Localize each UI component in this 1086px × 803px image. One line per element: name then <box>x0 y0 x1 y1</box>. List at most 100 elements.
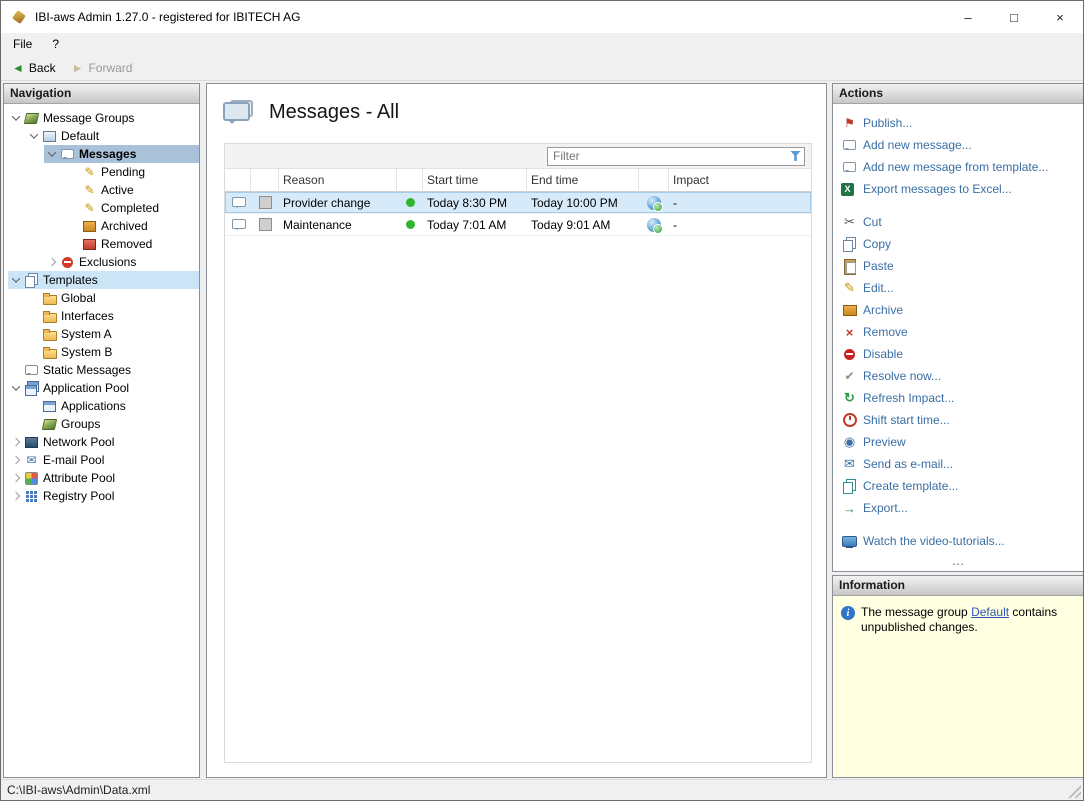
close-button[interactable]: × <box>1037 1 1083 33</box>
refresh-icon: ↻ <box>841 390 858 406</box>
column-header-start-time[interactable]: Start time <box>423 169 527 192</box>
action-refresh-impact[interactable]: ↻ Refresh Impact... <box>841 387 1083 409</box>
tree-item-application-pool[interactable]: Application Pool <box>8 379 199 397</box>
more-actions-ellipsis[interactable]: … <box>833 557 1083 571</box>
info-text-before: The message group <box>861 605 971 619</box>
default-group-link[interactable]: Default <box>971 605 1009 619</box>
action-send-as-email[interactable]: ✉ Send as e-mail... <box>841 453 1083 475</box>
action-preview[interactable]: ◉ Preview <box>841 431 1083 453</box>
tree-item-groups[interactable]: Groups <box>26 415 199 433</box>
message-row[interactable]: Maintenance Today 7:01 AM Today 9:01 AM … <box>225 214 811 236</box>
tree-item-attribute-pool[interactable]: Attribute Pool <box>8 469 199 487</box>
chevron-right-icon[interactable] <box>8 457 24 463</box>
action-label: Export messages to Excel... <box>863 182 1012 196</box>
chevron-right-icon[interactable] <box>8 475 24 481</box>
tree-item-pending[interactable]: ✎ Pending <box>66 163 199 181</box>
chevron-down-icon[interactable] <box>8 277 24 283</box>
filter-field <box>547 147 805 166</box>
action-remove[interactable]: × Remove <box>841 321 1083 343</box>
action-paste[interactable]: Paste <box>841 255 1083 277</box>
tree-item-static-messages[interactable]: Static Messages <box>8 361 199 379</box>
tree-item-applications[interactable]: Applications <box>26 397 199 415</box>
action-edit[interactable]: ✎ Edit... <box>841 277 1083 299</box>
tree-item-global[interactable]: Global <box>26 289 199 307</box>
tree-item-exclusions[interactable]: Exclusions <box>44 253 199 271</box>
tree-item-network-pool[interactable]: Network Pool <box>8 433 199 451</box>
impact-icon-cell <box>639 192 669 213</box>
folder-icon <box>42 291 57 305</box>
action-disable[interactable]: Disable <box>841 343 1083 365</box>
column-header-type-icon[interactable] <box>225 169 251 192</box>
messages-icon <box>60 147 75 161</box>
action-archive[interactable]: Archive <box>841 299 1083 321</box>
archived-icon <box>82 219 97 233</box>
chevron-down-icon[interactable] <box>8 115 24 121</box>
tree-item-interfaces[interactable]: Interfaces <box>26 307 199 325</box>
message-type-cell <box>225 214 251 235</box>
tree-item-messages[interactable]: Messages <box>44 145 199 163</box>
message-row[interactable]: Provider change Today 8:30 PM Today 10:0… <box>225 192 811 214</box>
tree-item-default[interactable]: Default <box>26 127 199 145</box>
action-shift-start-time[interactable]: Shift start time... <box>841 409 1083 431</box>
tree-item-label: Global <box>61 291 96 305</box>
tree-item-system-a[interactable]: System A <box>26 325 199 343</box>
email-pool-icon: ✉ <box>24 453 39 467</box>
status-active-icon <box>406 220 415 229</box>
action-add-message-from-template[interactable]: Add new message from template... <box>841 156 1083 178</box>
tree-item-label: Message Groups <box>43 111 134 125</box>
menu-help[interactable]: ? <box>42 33 69 55</box>
action-watch-video-tutorials[interactable]: Watch the video-tutorials... <box>841 530 1083 552</box>
forward-button[interactable]: ► Forward <box>65 59 140 77</box>
tree-item-label: Exclusions <box>79 255 136 269</box>
tree-item-archived[interactable]: Archived <box>66 217 199 235</box>
back-button[interactable]: ◄ Back <box>5 59 63 77</box>
chevron-right-icon[interactable] <box>8 439 24 445</box>
column-header-checkbox[interactable] <box>251 169 279 192</box>
window-title: IBI-aws Admin 1.27.0 - registered for IB… <box>35 10 300 24</box>
chevron-down-icon[interactable] <box>44 151 60 157</box>
action-label: Paste <box>863 259 894 273</box>
tree-item-registry-pool[interactable]: Registry Pool <box>8 487 199 505</box>
row-checkbox[interactable] <box>259 218 272 231</box>
column-header-reason[interactable]: Reason <box>279 169 397 192</box>
action-export-to-excel[interactable]: X Export messages to Excel... <box>841 178 1083 200</box>
action-resolve-now[interactable]: ✔ Resolve now... <box>841 365 1083 387</box>
tree-item-label: Default <box>61 129 99 143</box>
navigation-panel: Navigation Message Groups Default Messag… <box>3 83 200 778</box>
tree-item-completed[interactable]: ✎ Completed <box>66 199 199 217</box>
action-copy[interactable]: Copy <box>841 233 1083 255</box>
tree-item-email-pool[interactable]: ✉ E-mail Pool <box>8 451 199 469</box>
column-header-end-time[interactable]: End time <box>527 169 639 192</box>
forward-arrow-icon: ► <box>72 61 84 75</box>
add-from-template-icon <box>841 159 858 175</box>
tree-item-templates[interactable]: Templates <box>8 271 199 289</box>
column-header-impact-icon[interactable] <box>639 169 669 192</box>
action-export[interactable]: → Export... <box>841 497 1083 519</box>
tree-item-removed[interactable]: Removed <box>66 235 199 253</box>
tree-item-system-b[interactable]: System B <box>26 343 199 361</box>
info-icon: i <box>841 606 855 620</box>
message-groups-icon <box>24 111 39 125</box>
minimize-button[interactable]: – <box>945 1 991 33</box>
filter-input[interactable] <box>547 147 805 166</box>
folder-icon <box>42 309 57 323</box>
action-add-new-message[interactable]: Add new message... <box>841 134 1083 156</box>
action-label: Edit... <box>863 281 894 295</box>
navigation-tree: Message Groups Default Messages ✎ Pendin… <box>4 104 199 505</box>
action-publish[interactable]: ⚑ Publish... <box>841 112 1083 134</box>
chevron-right-icon[interactable] <box>44 259 60 265</box>
column-header-impact[interactable]: Impact <box>669 169 811 192</box>
chevron-down-icon[interactable] <box>8 385 24 391</box>
column-header-status[interactable] <box>397 169 423 192</box>
tree-item-label: Pending <box>101 165 145 179</box>
row-checkbox[interactable] <box>259 196 272 209</box>
action-create-template[interactable]: Create template... <box>841 475 1083 497</box>
resize-grip[interactable] <box>1068 785 1081 798</box>
action-cut[interactable]: ✂ Cut <box>841 211 1083 233</box>
tree-item-message-groups[interactable]: Message Groups <box>8 109 199 127</box>
tree-item-active[interactable]: ✎ Active <box>66 181 199 199</box>
menu-file[interactable]: File <box>3 33 42 55</box>
maximize-button[interactable]: □ <box>991 1 1037 33</box>
chevron-down-icon[interactable] <box>26 133 42 139</box>
chevron-right-icon[interactable] <box>8 493 24 499</box>
